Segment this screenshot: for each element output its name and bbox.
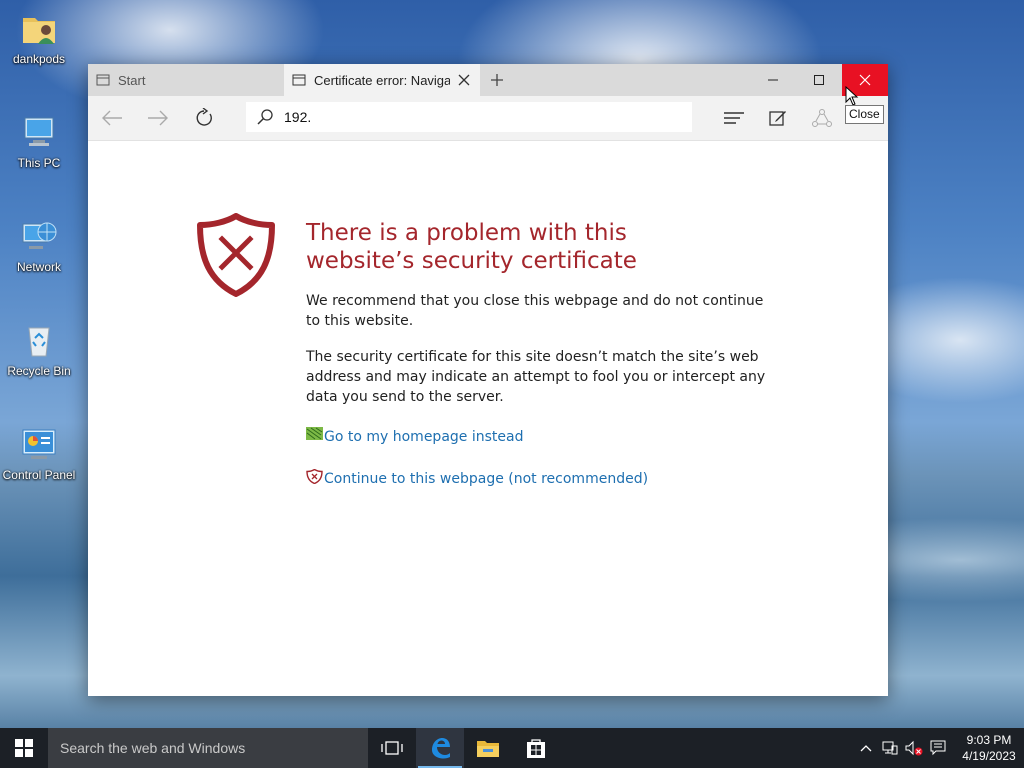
homepage-link-icon bbox=[306, 426, 323, 440]
desktop-icon-label: Recycle Bin bbox=[7, 364, 71, 378]
close-tab-icon[interactable] bbox=[456, 72, 472, 88]
tab-start[interactable]: Start bbox=[88, 64, 284, 96]
task-view-button[interactable] bbox=[368, 728, 416, 768]
hub-button[interactable] bbox=[712, 96, 756, 140]
volume-tray-button[interactable] bbox=[902, 728, 926, 768]
desktop-icon-network[interactable]: Network bbox=[0, 216, 78, 274]
task-view-icon bbox=[381, 741, 403, 755]
web-note-button[interactable] bbox=[756, 96, 800, 140]
mouse-cursor-icon bbox=[845, 86, 859, 106]
desktop-icon-recycle-bin[interactable]: Recycle Bin bbox=[0, 320, 78, 378]
store-icon bbox=[527, 739, 545, 758]
tab-title: Certificate error: Navigat bbox=[314, 72, 450, 88]
computer-icon bbox=[24, 117, 54, 146]
desktop-icon-control-panel[interactable]: Control Panel bbox=[0, 424, 78, 482]
share-icon bbox=[812, 109, 832, 127]
web-note-icon bbox=[769, 111, 786, 126]
windows-logo-icon bbox=[15, 739, 33, 757]
navigation-bar: 192. bbox=[88, 96, 888, 141]
action-center-icon bbox=[930, 740, 946, 756]
forward-arrow-icon bbox=[148, 110, 168, 126]
error-explanation: The security certificate for this site d… bbox=[306, 349, 766, 405]
edge-browser-window: Start Certificate error: Navigat 192. Th… bbox=[88, 64, 888, 696]
error-title: There is a problem with this website’s s… bbox=[306, 220, 637, 274]
hub-icon bbox=[724, 112, 744, 124]
back-arrow-icon bbox=[102, 110, 122, 126]
homepage-link-text[interactable]: Go to my homepage instead bbox=[324, 427, 523, 447]
show-hidden-icons-button[interactable] bbox=[854, 728, 878, 768]
taskbar-search-box[interactable]: Search the web and Windows bbox=[48, 728, 368, 768]
chevron-up-icon bbox=[860, 745, 872, 752]
clock-date: 4/19/2023 bbox=[962, 749, 1016, 763]
go-to-homepage-link[interactable]: Go to my homepage instead bbox=[306, 426, 523, 447]
desktop-icon-label: This PC bbox=[17, 156, 61, 170]
network-status-icon bbox=[882, 741, 898, 755]
start-button[interactable] bbox=[0, 728, 48, 768]
tab-title: Start bbox=[118, 72, 146, 88]
close-icon bbox=[859, 74, 871, 86]
user-folder-icon bbox=[23, 18, 55, 44]
back-button[interactable] bbox=[89, 96, 135, 140]
shield-warning-icon bbox=[306, 468, 323, 484]
control-panel-icon bbox=[22, 429, 56, 459]
desktop-icon-label: dankpods bbox=[12, 52, 66, 66]
plus-icon bbox=[491, 74, 503, 86]
error-shield-icon bbox=[197, 213, 275, 297]
desktop-icon-this-pc[interactable]: This PC bbox=[0, 112, 78, 170]
store-button[interactable] bbox=[512, 728, 560, 768]
forward-button[interactable] bbox=[135, 96, 181, 140]
edge-icon bbox=[432, 738, 450, 759]
error-recommendation: We recommend that you close this webpage… bbox=[306, 293, 764, 329]
continue-link-text[interactable]: Continue to this webpage (not recommende… bbox=[324, 469, 648, 489]
refresh-button[interactable] bbox=[181, 96, 227, 140]
address-text: 192. bbox=[284, 109, 312, 125]
tab-certificate-error[interactable]: Certificate error: Navigat bbox=[284, 64, 480, 96]
toolbar-right bbox=[712, 96, 844, 140]
page-icon bbox=[96, 74, 110, 86]
refresh-icon bbox=[196, 108, 212, 126]
address-bar[interactable]: 192. bbox=[246, 102, 692, 132]
desktop-icon-label: Control Panel bbox=[2, 468, 76, 482]
recycle-bin-icon bbox=[28, 327, 50, 357]
network-icon bbox=[22, 222, 57, 249]
taskbar: Search the web and Windows 9:03 PM 4/19/… bbox=[0, 728, 1024, 768]
new-tab-button[interactable] bbox=[480, 64, 514, 96]
window-controls bbox=[750, 64, 888, 96]
tab-bar: Start Certificate error: Navigat bbox=[88, 64, 888, 96]
volume-muted-icon bbox=[905, 740, 923, 756]
system-tray: 9:03 PM 4/19/2023 bbox=[854, 728, 1024, 768]
file-explorer-button[interactable] bbox=[464, 728, 512, 768]
continue-to-webpage-link[interactable]: Continue to this webpage (not recommende… bbox=[306, 468, 648, 489]
action-center-button[interactable] bbox=[926, 728, 950, 768]
search-icon bbox=[257, 109, 273, 125]
minimize-icon bbox=[768, 79, 778, 81]
desktop-icon-label: Network bbox=[16, 260, 61, 274]
maximize-button[interactable] bbox=[796, 64, 842, 96]
file-explorer-icon bbox=[477, 741, 499, 757]
taskbar-clock[interactable]: 9:03 PM 4/19/2023 bbox=[954, 732, 1024, 764]
edge-taskbar-button[interactable] bbox=[416, 728, 464, 768]
close-tooltip: Close bbox=[845, 105, 884, 124]
desktop-icon-dankpods[interactable]: dankpods bbox=[0, 8, 78, 66]
maximize-icon bbox=[814, 75, 824, 85]
search-placeholder: Search the web and Windows bbox=[60, 740, 246, 756]
page-icon bbox=[292, 74, 306, 86]
minimize-button[interactable] bbox=[750, 64, 796, 96]
page-content: There is a problem with this website’s s… bbox=[88, 141, 888, 696]
network-tray-button[interactable] bbox=[878, 728, 902, 768]
clock-time: 9:03 PM bbox=[966, 733, 1012, 747]
share-button[interactable] bbox=[800, 96, 844, 140]
